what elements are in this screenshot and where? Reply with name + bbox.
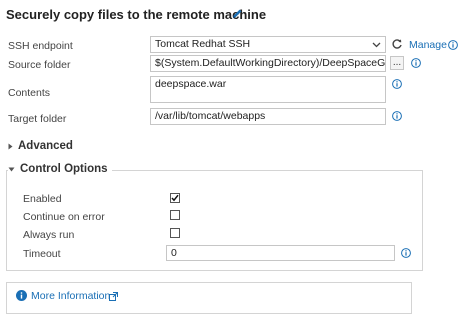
source-folder-label: Source folder xyxy=(8,59,71,71)
ssh-endpoint-value: Tomcat Redhat SSH xyxy=(155,38,251,50)
control-options-section-label: Control Options xyxy=(20,163,108,175)
info-icon[interactable] xyxy=(392,111,402,121)
timeout-label: Timeout xyxy=(23,248,61,260)
contents-textarea[interactable]: deepspace.war xyxy=(150,76,386,103)
source-folder-input[interactable]: $(System.DefaultWorkingDirectory)/DeepSp… xyxy=(150,55,386,72)
target-folder-input[interactable]: /var/lib/tomcat/webapps xyxy=(150,108,386,125)
timeout-input[interactable]: 0 xyxy=(166,245,395,261)
advanced-section-label: Advanced xyxy=(18,140,73,152)
always-run-checkbox[interactable] xyxy=(170,228,180,238)
task-title: Securely copy files to the remote machin… xyxy=(6,7,267,22)
continue-on-error-label: Continue on error xyxy=(23,211,105,223)
caret-down-icon xyxy=(8,167,15,171)
advanced-section-toggle[interactable]: Advanced xyxy=(8,140,73,152)
caret-right-icon xyxy=(8,143,13,149)
ssh-endpoint-select[interactable]: Tomcat Redhat SSH xyxy=(150,36,386,53)
more-information-link[interactable]: More Information xyxy=(31,290,110,302)
target-folder-label: Target folder xyxy=(8,113,67,125)
pencil-icon[interactable] xyxy=(231,8,243,20)
always-run-label: Always run xyxy=(23,229,75,241)
info-icon[interactable] xyxy=(401,248,411,258)
control-options-section-toggle[interactable]: Control Options xyxy=(8,163,112,175)
enabled-label: Enabled xyxy=(23,193,62,205)
external-link-icon[interactable] xyxy=(109,292,118,301)
checkmark-icon xyxy=(171,194,179,202)
info-icon[interactable] xyxy=(392,79,402,89)
manage-link[interactable]: Manage xyxy=(409,39,447,51)
ssh-endpoint-label: SSH endpoint xyxy=(8,40,73,52)
continue-on-error-checkbox[interactable] xyxy=(170,210,180,220)
browse-button[interactable]: ... xyxy=(390,56,404,70)
info-icon[interactable] xyxy=(448,40,458,50)
info-icon[interactable] xyxy=(411,58,421,68)
info-filled-icon xyxy=(16,290,27,301)
refresh-icon[interactable] xyxy=(391,38,403,50)
enabled-checkbox[interactable] xyxy=(170,193,180,203)
contents-label: Contents xyxy=(8,87,51,99)
chevron-down-icon xyxy=(372,42,381,47)
